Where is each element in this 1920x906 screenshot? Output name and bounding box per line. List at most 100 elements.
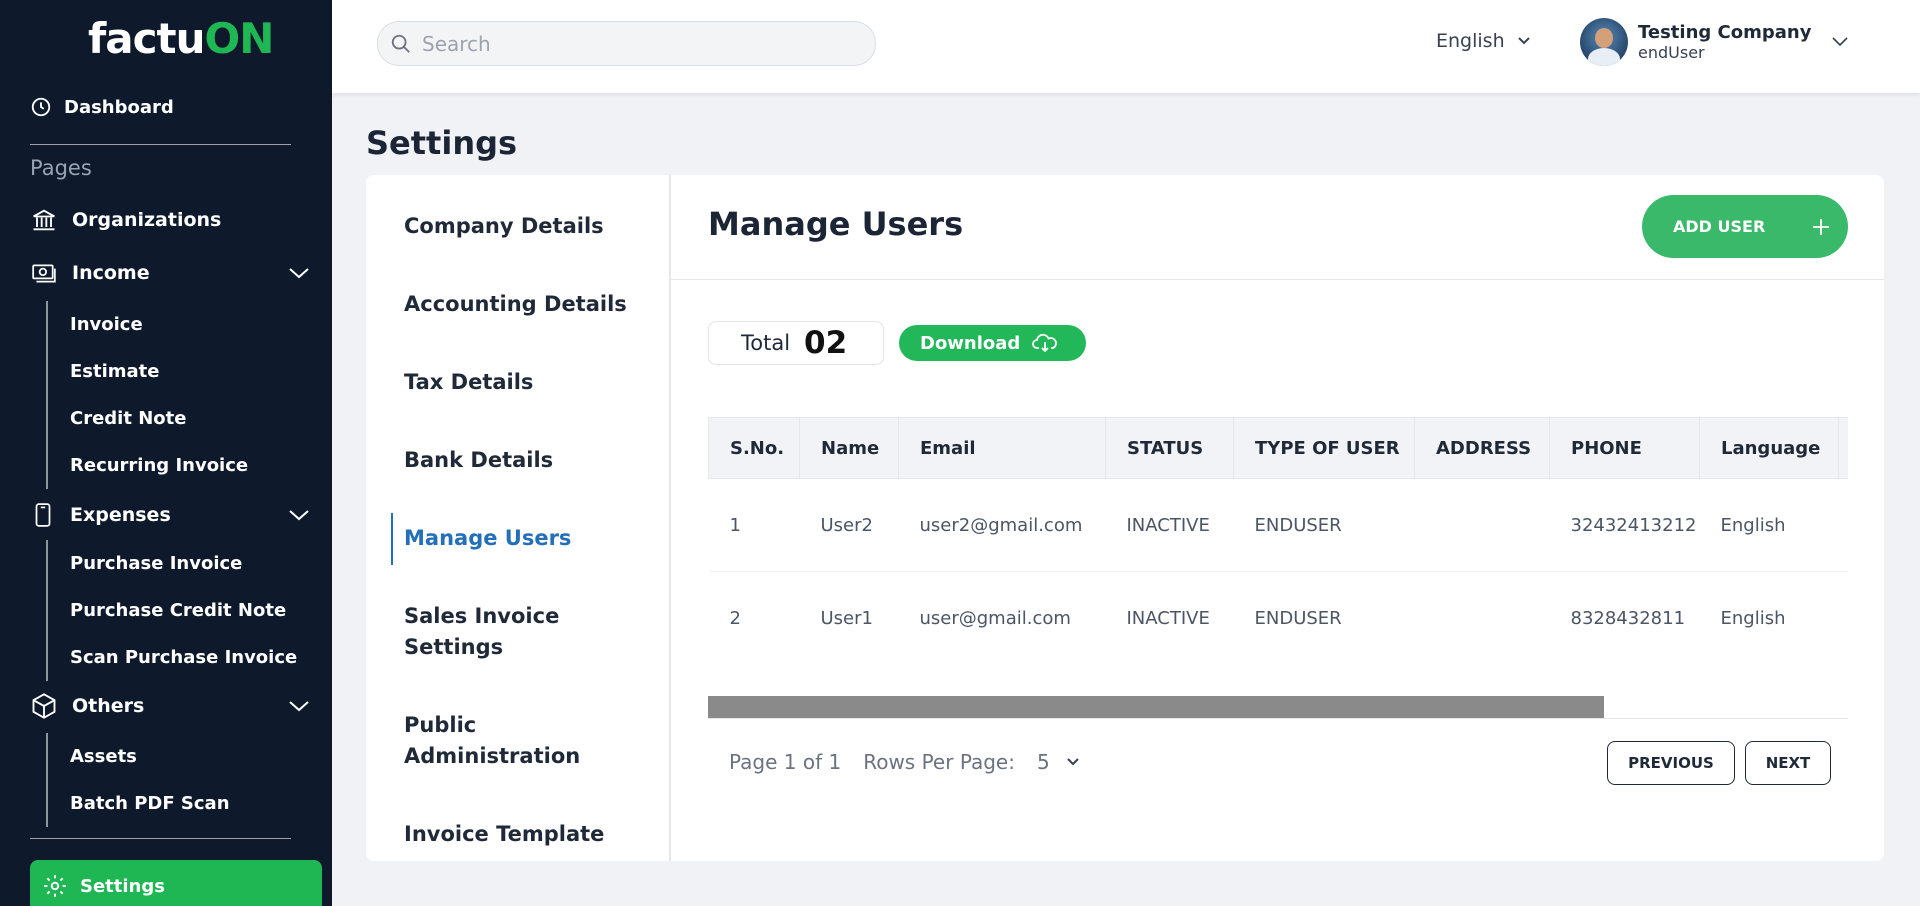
clock-icon bbox=[31, 97, 51, 117]
cell-language: English bbox=[1699, 478, 1839, 572]
others-submenu: Assets Batch PDF Scan bbox=[46, 733, 230, 827]
cell-phone: 8328432811 bbox=[1549, 571, 1700, 647]
top-header: English Testing Company endUser bbox=[332, 0, 1920, 93]
content-header: Manage Users ADD USER bbox=[671, 175, 1884, 280]
cell-type-of-user: ENDUSER bbox=[1233, 571, 1415, 647]
income-submenu: Invoice Estimate Credit Note Recurring I… bbox=[46, 301, 248, 489]
settings-nav-tax-details[interactable]: Tax Details bbox=[404, 367, 634, 398]
logo-prefix: f bbox=[88, 14, 106, 63]
cell-status: INACTIVE bbox=[1105, 571, 1234, 647]
cell-status: INACTIVE bbox=[1105, 478, 1234, 572]
cell-actions bbox=[1838, 478, 1848, 572]
bank-icon bbox=[33, 209, 55, 231]
sidebar-item-organizations[interactable]: Organizations bbox=[30, 206, 310, 234]
column-header-type-of-user[interactable]: TYPE OF USER bbox=[1233, 417, 1415, 479]
sidebar-item-label: Organizations bbox=[72, 209, 222, 231]
sidebar-item-purchase-credit-note[interactable]: Purchase Credit Note bbox=[48, 587, 297, 634]
download-button[interactable]: Download bbox=[899, 325, 1086, 361]
column-header-name[interactable]: Name bbox=[799, 417, 899, 479]
table-footer-divider bbox=[708, 718, 1848, 719]
sidebar-item-label: Expenses bbox=[70, 504, 171, 526]
cloud-download-icon bbox=[1032, 333, 1058, 353]
sidebar-item-purchase-invoice[interactable]: Purchase Invoice bbox=[48, 540, 297, 587]
gear-icon bbox=[44, 875, 66, 897]
settings-nav-public-administration[interactable]: Public Administration bbox=[404, 710, 634, 772]
sidebar-item-estimate[interactable]: Estimate bbox=[48, 348, 248, 395]
sidebar-divider bbox=[30, 838, 291, 839]
table-row[interactable]: 2 User1 user@gmail.com INACTIVE ENDUSER … bbox=[708, 571, 1848, 647]
sidebar-item-recurring-invoice[interactable]: Recurring Invoice bbox=[48, 442, 248, 489]
chevron-down-icon[interactable] bbox=[288, 699, 310, 713]
horizontal-scrollbar[interactable] bbox=[708, 696, 1604, 718]
pages-section-label: Pages bbox=[30, 156, 92, 180]
pagination-info: Page 1 of 1 Rows Per Page: 5 bbox=[729, 750, 1080, 774]
language-selector[interactable]: English bbox=[1436, 30, 1531, 52]
column-header-email[interactable]: Email bbox=[898, 417, 1106, 479]
total-label: Total bbox=[741, 331, 791, 355]
cell-name: User1 bbox=[799, 571, 899, 647]
sidebar-item-dashboard[interactable]: Dashboard bbox=[30, 96, 174, 118]
active-indicator bbox=[391, 513, 393, 565]
settings-panel: Company Details Accounting Details Tax D… bbox=[366, 175, 1884, 861]
settings-nav-accounting-details[interactable]: Accounting Details bbox=[404, 289, 634, 320]
cell-sno: 1 bbox=[708, 478, 800, 572]
cell-language: English bbox=[1699, 571, 1839, 647]
logo-part-2: ON bbox=[204, 14, 275, 63]
cell-sno: 2 bbox=[708, 571, 800, 647]
cell-type-of-user: ENDUSER bbox=[1233, 478, 1415, 572]
total-count: 02 bbox=[804, 325, 848, 361]
column-header-address[interactable]: ADDRESS bbox=[1414, 417, 1550, 479]
sidebar-item-credit-note[interactable]: Credit Note bbox=[48, 395, 248, 442]
user-menu[interactable]: Testing Company endUser bbox=[1580, 18, 1849, 66]
settings-nav: Company Details Accounting Details Tax D… bbox=[366, 175, 671, 861]
settings-nav-bank-details[interactable]: Bank Details bbox=[404, 445, 634, 476]
sidebar-item-label: Income bbox=[72, 262, 150, 284]
table-row[interactable]: 1 User2 user2@gmail.com INACTIVE ENDUSER… bbox=[708, 478, 1848, 572]
rows-per-page-label: Rows Per Page: bbox=[863, 750, 1015, 774]
column-header-sno[interactable]: S.No. bbox=[708, 417, 800, 479]
users-table: S.No. Name Email STATUS TYPE OF USER ADD… bbox=[708, 417, 1848, 647]
chevron-down-icon[interactable] bbox=[288, 266, 310, 280]
settings-nav-invoice-template[interactable]: Invoice Template bbox=[404, 819, 634, 850]
sidebar-item-batch-pdf-scan[interactable]: Batch PDF Scan bbox=[48, 780, 230, 827]
brand-logo[interactable]: factuON bbox=[88, 14, 275, 63]
sidebar-item-invoice[interactable]: Invoice bbox=[48, 301, 248, 348]
cell-email: user2@gmail.com bbox=[898, 478, 1106, 572]
cell-name: User2 bbox=[799, 478, 899, 572]
user-info: Testing Company endUser bbox=[1638, 22, 1811, 62]
chevron-down-icon bbox=[1067, 758, 1079, 766]
sidebar-item-others[interactable]: Others bbox=[30, 692, 310, 720]
sidebar-item-expenses[interactable]: Expenses bbox=[30, 500, 310, 530]
settings-nav-sales-invoice-settings[interactable]: Sales Invoice Settings bbox=[404, 601, 634, 663]
cell-address bbox=[1414, 571, 1550, 647]
sidebar-item-scan-purchase-invoice[interactable]: Scan Purchase Invoice bbox=[48, 634, 297, 681]
mobile-icon bbox=[35, 503, 51, 527]
column-header-status[interactable]: STATUS bbox=[1105, 417, 1234, 479]
column-header-phone[interactable]: PHONE bbox=[1549, 417, 1700, 479]
cell-actions bbox=[1838, 571, 1848, 647]
settings-nav-company-details[interactable]: Company Details bbox=[404, 211, 634, 242]
page-info-text: Page 1 of 1 bbox=[729, 750, 842, 774]
chevron-down-icon[interactable] bbox=[288, 508, 310, 522]
language-value: English bbox=[1436, 30, 1505, 52]
rows-per-page-select[interactable]: 5 bbox=[1037, 750, 1080, 774]
previous-button[interactable]: PREVIOUS bbox=[1607, 741, 1735, 785]
settings-nav-manage-users[interactable]: Manage Users bbox=[404, 523, 634, 554]
column-header-language[interactable]: Language bbox=[1699, 417, 1839, 479]
chevron-down-icon bbox=[1517, 37, 1530, 45]
sidebar-item-assets[interactable]: Assets bbox=[48, 733, 230, 780]
cell-address bbox=[1414, 478, 1550, 572]
sidebar-item-label: Dashboard bbox=[64, 96, 174, 118]
search-input[interactable] bbox=[422, 31, 862, 56]
add-user-label: ADD USER bbox=[1673, 217, 1766, 236]
box-icon bbox=[32, 693, 56, 719]
cell-phone: 32432413212 bbox=[1549, 478, 1700, 572]
chevron-down-icon bbox=[1832, 37, 1849, 47]
cell-email: user@gmail.com bbox=[898, 571, 1106, 647]
sidebar-item-income[interactable]: Income bbox=[30, 260, 310, 286]
next-button[interactable]: NEXT bbox=[1745, 741, 1831, 785]
logo-part-1: actu bbox=[105, 14, 205, 63]
sidebar-item-settings[interactable]: Settings bbox=[30, 860, 322, 906]
section-title: Manage Users bbox=[708, 205, 964, 243]
add-user-button[interactable]: ADD USER bbox=[1642, 195, 1848, 258]
